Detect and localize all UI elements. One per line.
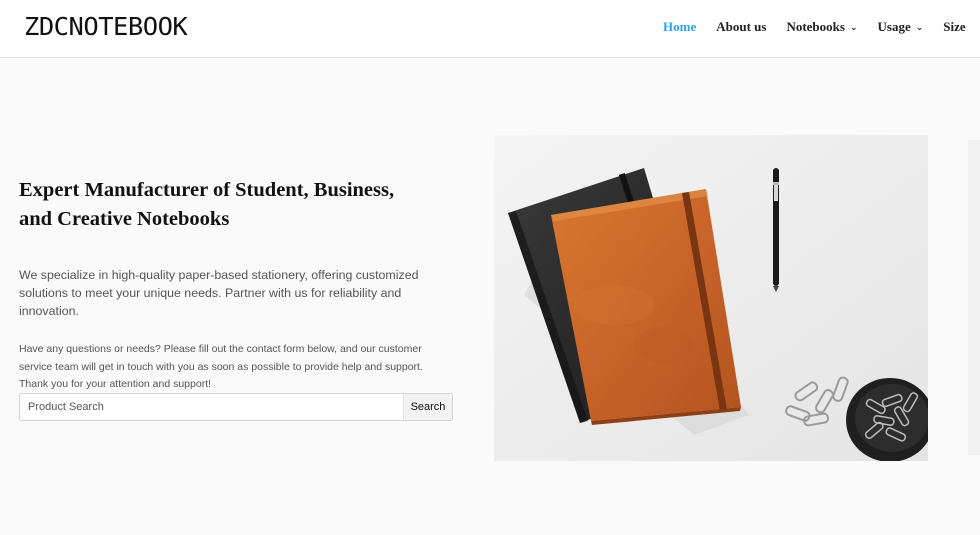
contact-note-line: Have any questions or needs? Please fill…: [19, 343, 422, 355]
chevron-down-icon: ⌄: [849, 23, 858, 33]
hero-text: Expert Manufacturer of Student, Business…: [19, 176, 459, 394]
hero-image: [494, 135, 928, 461]
nav-item-home[interactable]: Home: [663, 19, 696, 35]
contact-note-line: service team will get in touch with you …: [19, 360, 423, 373]
site-header: ZDCNOTEBOOK Home About us Notebooks ⌄ Us…: [0, 0, 980, 58]
contact-note-line: Thank you for your attention and support…: [19, 378, 212, 390]
nav-item-notebooks[interactable]: Notebooks ⌄: [786, 19, 857, 35]
nav-item-label: Usage: [877, 19, 911, 34]
main-nav: Home About us Notebooks ⌄ Usage ⌄ Size: [663, 19, 980, 35]
notebooks-photo: [494, 135, 928, 461]
product-search: Search: [19, 393, 453, 421]
chevron-down-icon: ⌄: [915, 23, 924, 33]
contact-note: Have any questions or needs? Please fill…: [19, 341, 459, 394]
site-logo[interactable]: ZDCNOTEBOOK: [24, 12, 188, 41]
hero-title-line: Expert Manufacturer of Student, Business…: [19, 179, 395, 201]
nav-item-usage[interactable]: Usage ⌄: [878, 19, 924, 35]
nav-item-label: About us: [716, 19, 767, 34]
nav-item-label: Notebooks: [786, 19, 845, 34]
hero-description-line: solutions to meet your unique needs. Par…: [19, 286, 402, 318]
search-button[interactable]: Search: [403, 394, 452, 420]
hero-title-line: and Creative Notebooks: [19, 208, 230, 230]
search-input[interactable]: [20, 394, 400, 420]
nav-item-size[interactable]: Size: [943, 19, 965, 35]
nav-item-label: Home: [663, 19, 697, 34]
carousel-edge: [968, 140, 980, 455]
hero-description-line: We specialize in high-quality paper-base…: [19, 268, 419, 282]
nav-item-label: Size: [943, 19, 966, 34]
hero-title: Expert Manufacturer of Student, Business…: [19, 176, 459, 234]
nav-item-about-us[interactable]: About us: [716, 19, 766, 35]
hero-description: We specialize in high-quality paper-base…: [19, 266, 459, 320]
